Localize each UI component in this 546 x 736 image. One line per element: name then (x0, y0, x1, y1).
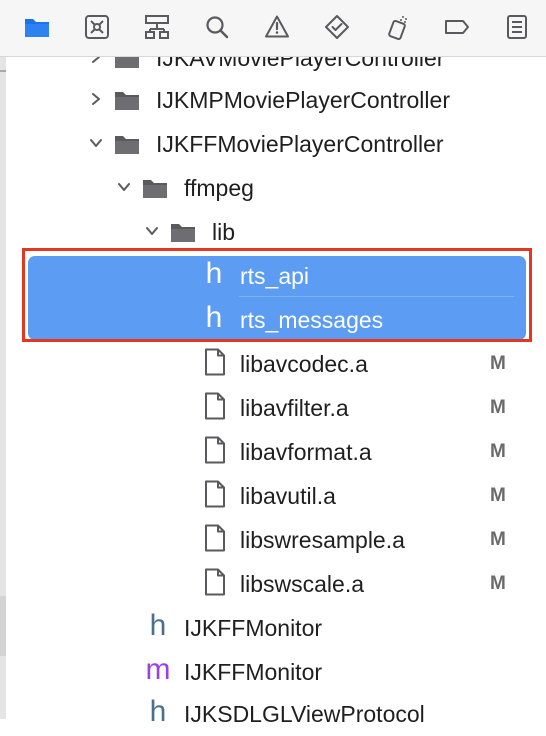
tree-row-label: IJKFFMonitor (184, 615, 323, 641)
document-icon (204, 568, 226, 596)
tree-row-ijkffmonitor-header[interactable]: h IJKFFMonitor (6, 606, 546, 650)
issue-navigator-icon[interactable] (262, 12, 292, 42)
tree-row-libswresample[interactable]: libswresample.a M (6, 518, 546, 562)
tree-row-ijksdlglviewprotocol[interactable]: h IJKSDLGLViewProtocol (6, 692, 546, 736)
folder-icon (170, 220, 196, 244)
header-file-icon: h (205, 301, 223, 334)
tree-row-libswscale[interactable]: libswscale.a M (6, 562, 546, 606)
modified-badge: M (490, 485, 506, 506)
navigator-toolbar (0, 0, 546, 57)
project-navigator-tree: IJKAVMoviePlayerController IJKMPMoviePla… (0, 0, 546, 728)
tree-row-rts-api[interactable]: h rts_api (6, 254, 546, 298)
implementation-file-icon: m (145, 653, 171, 686)
tree-row-label: IJKFFMoviePlayerController (156, 131, 444, 157)
tree-row-lib[interactable]: lib (6, 210, 546, 254)
left-edge-shade (0, 596, 6, 656)
tree-row-label: libavformat.a (240, 439, 372, 465)
document-icon (204, 524, 226, 552)
tree-row-label: IJKFFMonitor (184, 659, 323, 685)
tree-row-label: libavcodec.a (240, 351, 368, 377)
document-icon (204, 348, 226, 376)
folder-icon (142, 176, 168, 200)
tree-row-libavcodec[interactable]: libavcodec.a M (6, 342, 546, 386)
tree-row-label: rts_api (240, 263, 310, 289)
header-file-icon: h (149, 695, 167, 728)
tree-row-label: libswresample.a (240, 527, 405, 553)
disclosure-expanded-icon[interactable] (144, 223, 160, 239)
header-file-icon: h (149, 609, 167, 642)
tree-row-label: IJKSDLGLViewProtocol (184, 701, 425, 727)
folder-icon (114, 88, 140, 112)
tree-row-label: libavutil.a (240, 483, 336, 509)
tree-row-libavutil[interactable]: libavutil.a M (6, 474, 546, 518)
header-file-icon: h (205, 257, 223, 290)
breakpoint-navigator-icon[interactable] (442, 12, 472, 42)
tree-row-ijkff[interactable]: IJKFFMoviePlayerController (6, 122, 546, 166)
debug-navigator-icon[interactable] (382, 12, 412, 42)
symbol-navigator-icon[interactable] (142, 12, 172, 42)
tree-row-label: rts_messages (240, 307, 384, 333)
tree-row-libavformat[interactable]: libavformat.a M (6, 430, 546, 474)
disclosure-expanded-icon[interactable] (88, 135, 104, 151)
tree-row-label: lib (212, 219, 236, 245)
document-icon (204, 392, 226, 420)
tree-row-rts-messages[interactable]: h rts_messages (6, 298, 546, 342)
disclosure-collapsed-icon[interactable] (88, 91, 104, 107)
tree-row-ijkmp[interactable]: IJKMPMoviePlayerController (6, 78, 546, 122)
find-navigator-icon[interactable] (202, 12, 232, 42)
modified-badge: M (490, 529, 506, 550)
tree-row-label: IJKMPMoviePlayerController (156, 87, 450, 113)
folder-icon (114, 132, 140, 156)
modified-badge: M (490, 397, 506, 418)
document-icon (204, 480, 226, 508)
modified-badge: M (490, 353, 506, 374)
project-navigator-icon[interactable] (22, 12, 52, 42)
left-edge-mark (0, 70, 6, 72)
modified-badge: M (490, 573, 506, 594)
tree-row-ffmpeg[interactable]: ffmpeg (6, 166, 546, 210)
tree-row-libavfilter[interactable]: libavfilter.a M (6, 386, 546, 430)
document-icon (204, 436, 226, 464)
tree-row-label: libswscale.a (240, 571, 364, 597)
modified-badge: M (490, 441, 506, 462)
test-navigator-icon[interactable] (322, 12, 352, 42)
report-navigator-icon[interactable] (502, 12, 532, 42)
left-edge-strip (0, 56, 6, 719)
disclosure-expanded-icon[interactable] (116, 179, 132, 195)
tree-row-ijkffmonitor-impl[interactable]: m IJKFFMonitor (6, 650, 546, 694)
tree-row-label: libavfilter.a (240, 395, 349, 421)
source-control-icon[interactable] (82, 12, 112, 42)
tree-row-label: ffmpeg (184, 175, 254, 201)
